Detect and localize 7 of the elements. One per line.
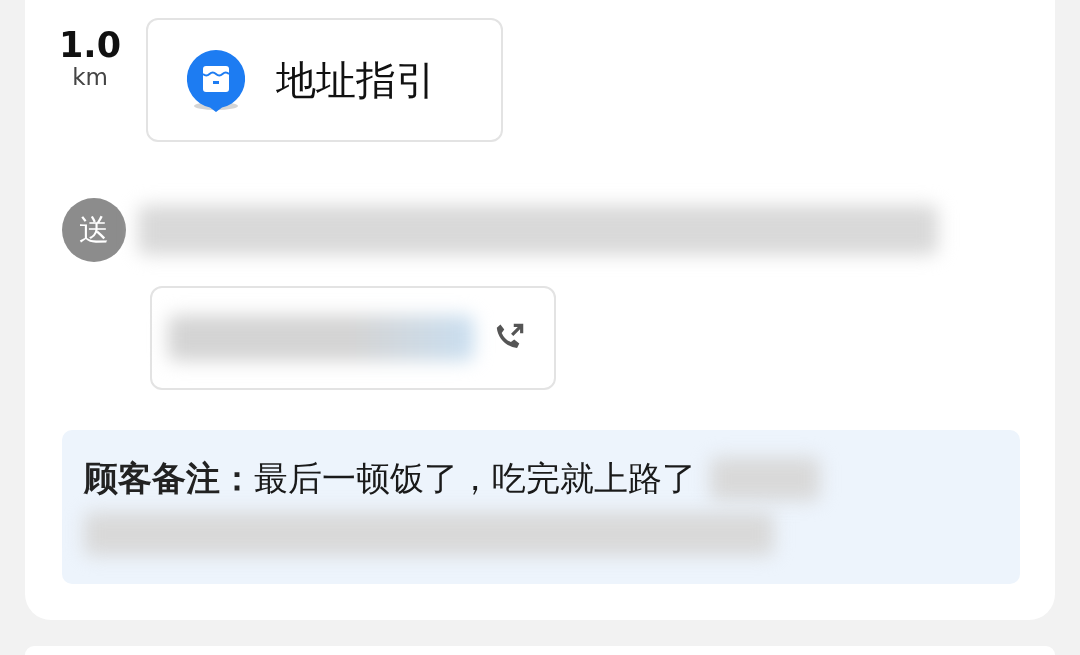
map-pin-icon: [184, 48, 248, 112]
note-text: 顾客备注：最后一顿饭了，吃完就上路了: [84, 457, 696, 500]
delivery-badge: 送: [62, 198, 126, 262]
distance-value: 1.0: [59, 28, 121, 63]
distance-unit: km: [72, 63, 108, 92]
phone-field[interactable]: [150, 286, 556, 390]
address-guide-button[interactable]: 地址指引: [146, 18, 503, 142]
